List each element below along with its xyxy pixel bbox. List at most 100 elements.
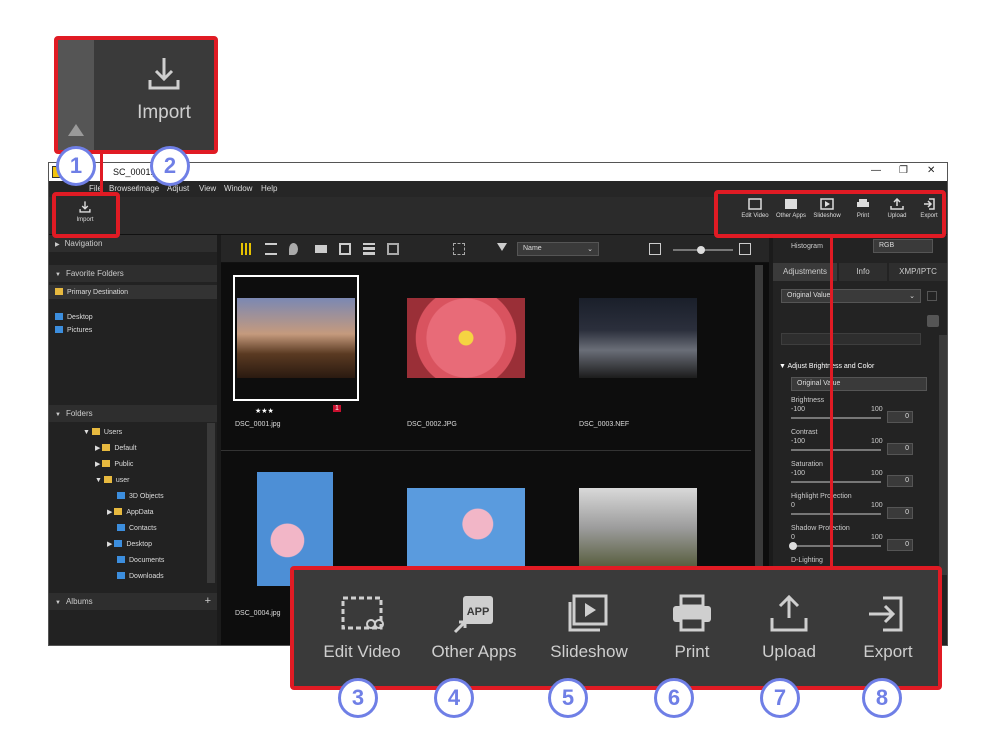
upload-button-small[interactable]: Upload (880, 198, 914, 219)
brightness-value[interactable]: 0 (887, 411, 913, 423)
close-icon[interactable]: ✕ (927, 165, 935, 176)
primary-destination[interactable]: Primary Destination (55, 288, 128, 296)
export-button[interactable]: Export (844, 594, 932, 662)
map-view-icon[interactable] (289, 243, 298, 255)
full-screen-icon[interactable] (387, 243, 399, 255)
toolbar-connector-line (830, 236, 833, 570)
callout-number-3: 3 (338, 678, 378, 718)
settings-gear-icon[interactable] (927, 315, 939, 327)
slideshow-button-small[interactable]: Slideshow (810, 198, 844, 219)
favorite-pictures[interactable]: Pictures (55, 326, 92, 334)
adjustment-selector[interactable] (781, 333, 921, 345)
grid-view-icon[interactable] (241, 243, 253, 255)
export-icon (869, 596, 903, 632)
upload-button[interactable]: Upload (744, 594, 834, 662)
callout-number-6: 6 (654, 678, 694, 718)
highlight-value[interactable]: 0 (887, 507, 913, 519)
import-button[interactable]: Import (68, 200, 102, 223)
tree-documents[interactable]: Documents (117, 556, 164, 564)
saturation-value[interactable]: 0 (887, 475, 913, 487)
tree-contacts[interactable]: Contacts (117, 524, 157, 532)
export-icon (924, 198, 935, 210)
slider-label-saturation: Saturation (791, 461, 823, 468)
edit-video-button[interactable]: Edit Video (310, 594, 414, 662)
preset-checkbox[interactable] (927, 291, 937, 301)
thumbnail-dsc-0005[interactable] (407, 488, 525, 568)
edit-video-icon (341, 596, 384, 630)
compare-icon[interactable] (339, 243, 351, 255)
tree-downloads[interactable]: Downloads (117, 572, 164, 580)
tab-info[interactable]: Info (839, 263, 887, 281)
tab-xmp-iptc[interactable]: XMP/IPTC (889, 263, 947, 281)
adjust-brightness-section[interactable]: ▼ Adjust Brightness and Color (779, 363, 874, 370)
slideshow-icon (568, 594, 608, 632)
list-view-icon[interactable] (265, 243, 277, 255)
folder-icon (102, 460, 111, 467)
tree-default[interactable]: ▶ Default (95, 444, 137, 452)
menu-view[interactable]: View (199, 184, 216, 193)
thumbnail-dsc-0002[interactable] (407, 298, 525, 378)
import-large-button[interactable]: Import (116, 54, 212, 124)
brightness-slider[interactable] (791, 417, 881, 419)
export-button-small[interactable]: Export (912, 198, 946, 219)
sort-dropdown[interactable]: Name ⌄ (517, 242, 599, 256)
tree-appdata[interactable]: ▶ AppData (107, 508, 154, 516)
tree-user[interactable]: ▼ user (95, 476, 130, 484)
zoom-in-icon[interactable] (739, 243, 751, 255)
other-apps-button-small[interactable]: Other Apps (774, 198, 808, 219)
slideshow-button[interactable]: Slideshow (538, 594, 640, 662)
add-album-icon[interactable]: + (205, 595, 211, 607)
histogram-mode-dropdown[interactable]: RGB (873, 239, 933, 253)
desktop-icon (55, 313, 63, 320)
fit-screen-icon[interactable] (453, 243, 465, 255)
albums-header[interactable]: ▼ Albums + (49, 593, 217, 610)
zoom-out-icon[interactable] (649, 243, 661, 255)
menu-help[interactable]: Help (261, 184, 277, 193)
favorite-desktop[interactable]: Desktop (55, 313, 93, 321)
filter-icon[interactable] (497, 243, 507, 251)
import-icon (79, 201, 91, 213)
import-icon (148, 58, 180, 90)
folders-header[interactable]: ▼ Folders (49, 405, 217, 422)
print-button[interactable]: Print (650, 594, 734, 662)
favorite-folders-header[interactable]: ▼ Favorite Folders (49, 265, 217, 282)
thumbnail-rating[interactable]: ★★★ (255, 407, 274, 415)
import-callout: Import (54, 36, 218, 154)
thumbnail-size-knob[interactable] (697, 246, 705, 254)
shadow-slider[interactable] (791, 545, 881, 547)
collapse-up-icon[interactable] (68, 124, 84, 136)
print-button-small[interactable]: Print (846, 198, 880, 219)
contrast-slider[interactable] (791, 449, 881, 451)
collapse-strip[interactable] (58, 40, 94, 150)
maximize-icon[interactable]: ❐ (899, 165, 908, 176)
right-panel-scrollbar[interactable] (939, 335, 947, 575)
menu-image[interactable]: Image (137, 184, 159, 193)
thumbnail-dsc-0006[interactable] (579, 488, 697, 568)
edit-video-button-small[interactable]: Edit Video (738, 198, 772, 219)
other-apps-button[interactable]: APP Other Apps (420, 594, 528, 662)
downloads-icon (117, 572, 125, 579)
tree-3d-objects[interactable]: 3D Objects (117, 492, 164, 500)
highlight-slider[interactable] (791, 513, 881, 515)
tab-adjustments[interactable]: Adjustments (773, 263, 837, 281)
pictures-icon (55, 326, 63, 333)
thumbnail-dsc-0001[interactable] (237, 298, 355, 378)
tree-users[interactable]: ▼ Users (83, 428, 122, 436)
section-preset-dropdown[interactable]: Original Value (791, 377, 927, 391)
thumbnail-dsc-0003[interactable] (579, 298, 697, 378)
image-viewer-icon[interactable] (315, 245, 327, 253)
tree-public[interactable]: ▶ Public (95, 460, 133, 468)
tree-desktop[interactable]: ▶ Desktop (107, 540, 152, 548)
saturation-slider[interactable] (791, 481, 881, 483)
slider-max: 100 (871, 438, 883, 445)
folder-icon (91, 428, 100, 435)
shadow-value[interactable]: 0 (887, 539, 913, 551)
multi-view-icon[interactable] (363, 243, 375, 255)
preset-dropdown[interactable]: Original Value ⌄ (781, 289, 921, 303)
contrast-value[interactable]: 0 (887, 443, 913, 455)
folders-scrollbar[interactable] (207, 423, 215, 583)
row-divider (221, 450, 751, 451)
shadow-slider-knob[interactable] (789, 542, 797, 550)
minimize-icon[interactable]: — (871, 165, 881, 176)
menu-window[interactable]: Window (224, 184, 252, 193)
